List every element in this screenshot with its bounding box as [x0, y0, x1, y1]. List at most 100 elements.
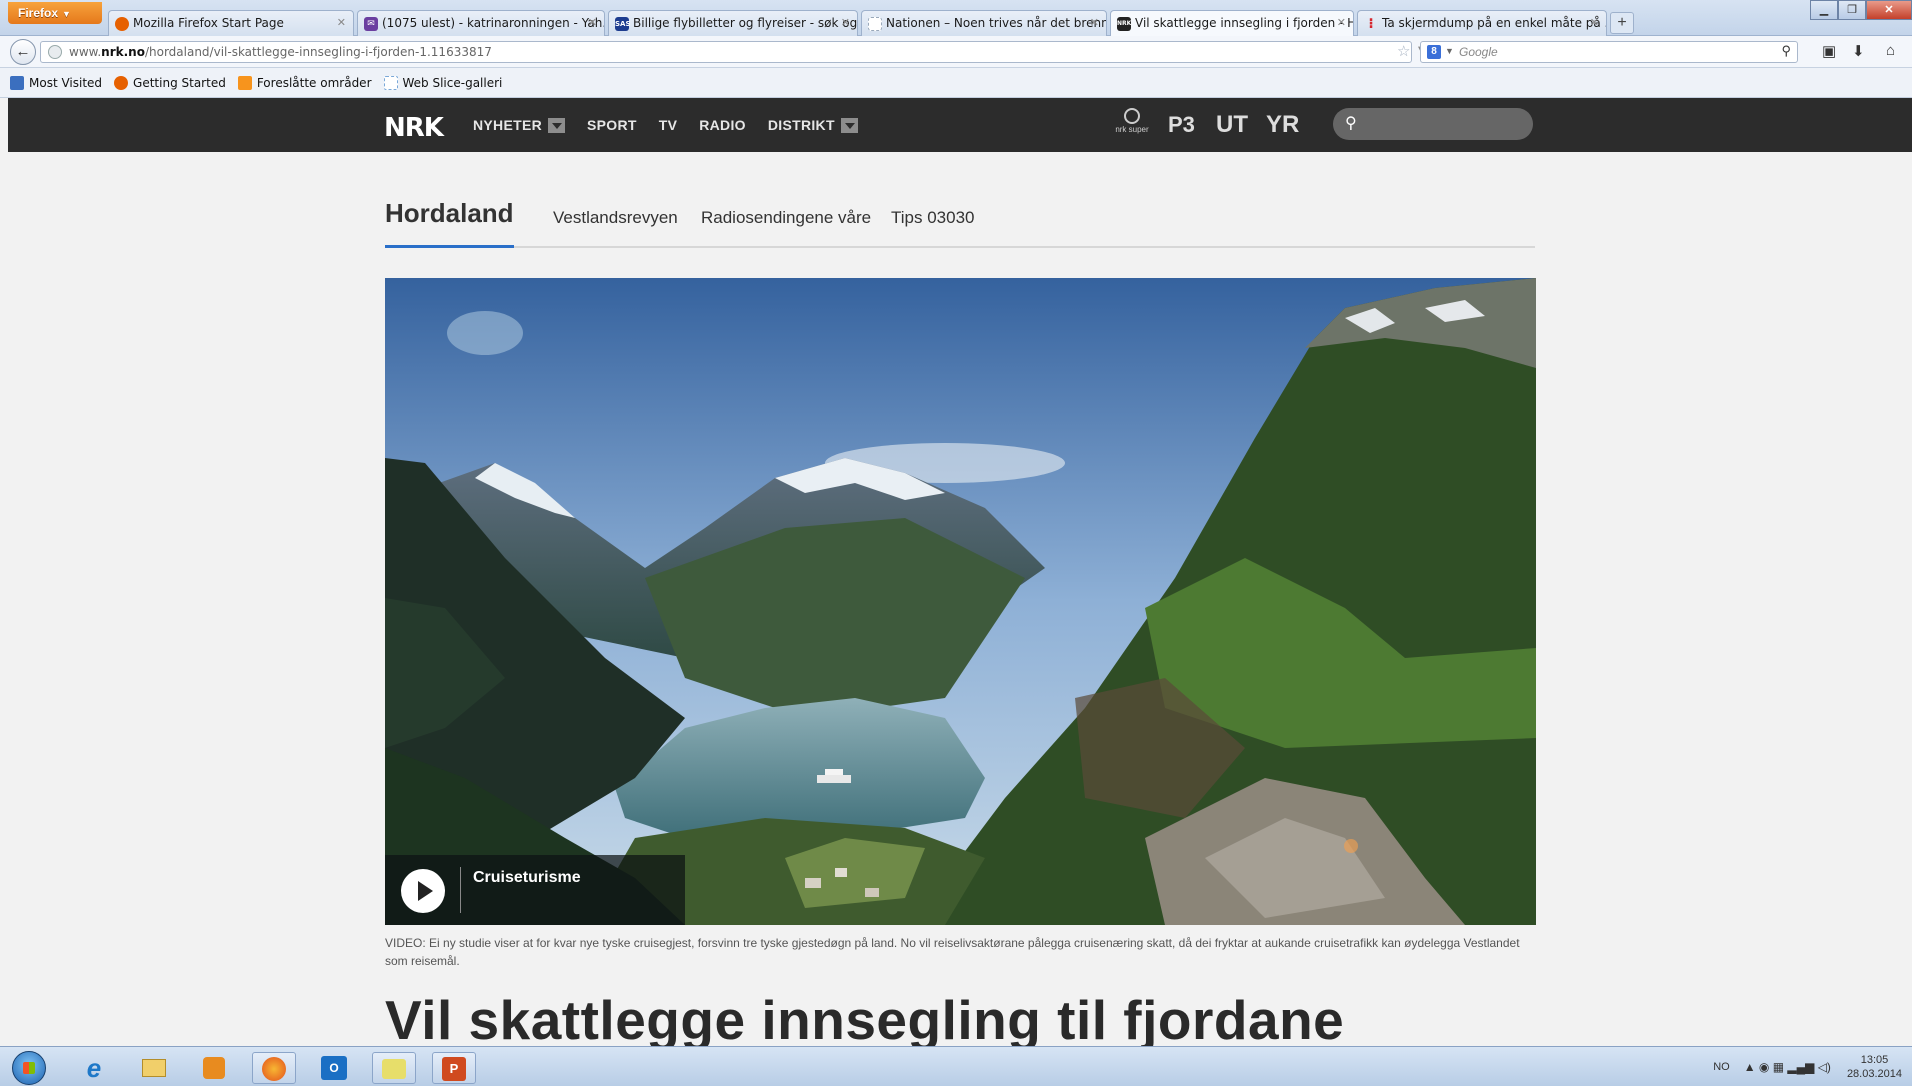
suggested-sites-icon	[237, 75, 252, 90]
nrk-icon: NRK	[1117, 17, 1131, 31]
minimize-button[interactable]: ▁	[1810, 0, 1838, 20]
nav-item-sport[interactable]: SPORT	[587, 117, 637, 133]
file-explorer-icon[interactable]	[132, 1052, 176, 1084]
chevron-down-icon[interactable]	[840, 117, 858, 133]
tab-title: (1075 ulest) - katrinaronningen - Yah...	[382, 16, 605, 30]
firefox-icon	[114, 75, 129, 90]
web-slice-icon	[383, 75, 398, 90]
clock-date: 28.03.2014	[1846, 1068, 1902, 1080]
bookmark-web-slice[interactable]: Web Slice-galleri	[383, 75, 503, 90]
nrk-search-input[interactable]: ⚲	[1333, 108, 1533, 140]
internet-explorer-icon[interactable]: e	[72, 1052, 116, 1084]
clock-time: 13:05	[1860, 1054, 1889, 1066]
url-path: /hordaland/vil-skattlegge-innsegling-i-f…	[144, 45, 492, 59]
url-domain: nrk.no	[101, 45, 145, 59]
mail-icon: ✉	[364, 17, 378, 31]
bookmark-label: Getting Started	[133, 75, 226, 90]
ut-link[interactable]: UT	[1216, 111, 1248, 139]
search-icon[interactable]: ⚲	[1781, 43, 1791, 59]
browser-tab[interactable]: ✉ (1075 ulest) - katrinaronningen - Yah.…	[357, 10, 605, 36]
video-title: Cruiseturisme	[473, 869, 581, 886]
nrk-super-icon	[1124, 108, 1140, 124]
divider	[460, 867, 461, 913]
close-icon[interactable]: ✕	[337, 16, 346, 29]
search-icon: ⚲	[1345, 115, 1357, 132]
clock[interactable]: 13:05 28.03.2014	[1847, 1053, 1902, 1081]
nav-item-radio[interactable]: RADIO	[699, 117, 746, 133]
browser-tab-active[interactable]: NRK Vil skattlegge innsegling i fjorden …	[1110, 10, 1354, 37]
browser-tab[interactable]: SAS Billige flybilletter og flyreiser - …	[608, 10, 858, 36]
new-tab-button[interactable]: +	[1610, 12, 1634, 34]
browser-tab[interactable]: ⁝ Ta skjermdump på en enkel måte på ... …	[1357, 10, 1607, 36]
windows-taskbar: e O P NO ▲ ◉ ▦ ▂▄▆ ◁) 13:05 28.03.2014	[0, 1046, 1912, 1086]
url-prefix: www.	[69, 45, 102, 59]
nav-label: TV	[658, 117, 678, 133]
navigation-toolbar: ← www.nrk.no/hordaland/vil-skattlegge-in…	[0, 36, 1912, 68]
nav-item-tv[interactable]: TV	[659, 117, 678, 133]
bookmark-suggested-sites[interactable]: Foreslåtte områder	[237, 75, 372, 90]
home-icon[interactable]: ⌂	[1886, 42, 1895, 59]
bookmark-label: Most Visited	[29, 75, 103, 90]
subnav-link-vestlandsrevyen[interactable]: Vestlandsrevyen	[553, 208, 678, 228]
bookmark-label: Foreslåtte områder	[256, 75, 372, 90]
nav-label: NYHETER	[473, 117, 542, 133]
tab-title: Billige flybilletter og flyreiser - søk …	[633, 16, 858, 30]
restore-button[interactable]: ❐	[1838, 0, 1866, 20]
language-indicator[interactable]: NO	[1713, 1061, 1730, 1073]
bookmark-label: Web Slice-galleri	[402, 75, 503, 90]
yr-link[interactable]: YR	[1266, 111, 1299, 139]
nav-label: SPORT	[587, 117, 637, 133]
nav-item-distrikt[interactable]: DISTRIKT	[768, 117, 858, 133]
nrk-super-label: nrk super	[1115, 125, 1149, 134]
nrk-main-nav: NYHETER SPORT TV RADIO DISTRIKT	[473, 117, 880, 133]
bookmark-getting-started[interactable]: Getting Started	[114, 75, 226, 90]
nrk-logo[interactable]: NRK	[384, 113, 444, 143]
browser-tab[interactable]: Nationen – Noen trives når det brenn... …	[861, 10, 1107, 36]
system-tray: NO ▲ ◉ ▦ ▂▄▆ ◁) 13:05 28.03.2014	[1713, 1053, 1902, 1081]
subnav-link-radiosendingene[interactable]: Radiosendingene våre	[701, 208, 871, 228]
close-window-button[interactable]: ✕	[1866, 0, 1912, 20]
back-button[interactable]: ←	[10, 39, 36, 65]
search-engine-dropdown-icon[interactable]: ▼	[1445, 46, 1454, 56]
hero-video-image[interactable]	[385, 278, 1536, 925]
page-icon	[868, 17, 882, 31]
chevron-down-icon[interactable]	[548, 117, 565, 133]
video-player-bar[interactable]: Cruiseturisme	[385, 855, 685, 925]
powerpoint-icon[interactable]: P	[432, 1052, 476, 1084]
subnav-link-tips[interactable]: Tips 03030	[891, 208, 974, 228]
sas-icon: SAS	[615, 17, 631, 31]
play-icon[interactable]	[401, 869, 445, 913]
snipping-tool-icon[interactable]	[372, 1052, 416, 1084]
bookmark-most-visited[interactable]: Most Visited	[10, 75, 103, 90]
region-title[interactable]: Hordaland	[385, 198, 514, 248]
tab-title: Nationen – Noen trives når det brenn...	[886, 16, 1107, 30]
browser-tab[interactable]: Mozilla Firefox Start Page ✕	[108, 10, 354, 36]
nav-label: DISTRIKT	[767, 117, 835, 133]
bullet-icon: ⁝	[1368, 16, 1374, 32]
close-icon[interactable]: ✕	[588, 16, 597, 29]
tray-icons[interactable]: ▲ ◉ ▦ ▂▄▆ ◁)	[1744, 1060, 1831, 1074]
firefox-taskbar-icon[interactable]	[252, 1052, 296, 1084]
url-bar[interactable]: www.nrk.no/hordaland/vil-skattlegge-inns…	[40, 41, 1443, 63]
p3-link[interactable]: P3	[1168, 112, 1195, 138]
bookmarks-menu-icon[interactable]: ▣	[1822, 42, 1836, 60]
media-player-icon[interactable]	[192, 1052, 236, 1084]
search-bar[interactable]: 8 ▼ Google ⚲	[1420, 41, 1798, 63]
firefox-menu-button[interactable]: Firefox ▼	[8, 2, 102, 24]
tab-title: Mozilla Firefox Start Page	[133, 16, 284, 30]
chevron-down-icon: ▼	[62, 9, 71, 19]
close-icon[interactable]: ✕	[1090, 16, 1099, 29]
bookmark-star-icon[interactable]: ☆	[1397, 42, 1410, 60]
close-icon[interactable]: ✕	[1337, 16, 1346, 29]
close-icon[interactable]: ✕	[841, 16, 850, 29]
tab-title: Vil skattlegge innsegling i fjorden - H.…	[1135, 16, 1354, 30]
nav-label: RADIO	[699, 117, 746, 133]
fjord-landscape-illustration	[385, 278, 1536, 925]
download-icon[interactable]: ⬇	[1852, 42, 1865, 60]
start-button[interactable]	[12, 1051, 46, 1085]
nrk-super-link[interactable]: nrk super	[1114, 108, 1150, 134]
firefox-menu-label: Firefox	[18, 6, 59, 20]
close-icon[interactable]: ✕	[1590, 16, 1599, 29]
nav-item-nyheter[interactable]: NYHETER	[473, 117, 565, 133]
outlook-icon[interactable]: O	[312, 1052, 356, 1084]
